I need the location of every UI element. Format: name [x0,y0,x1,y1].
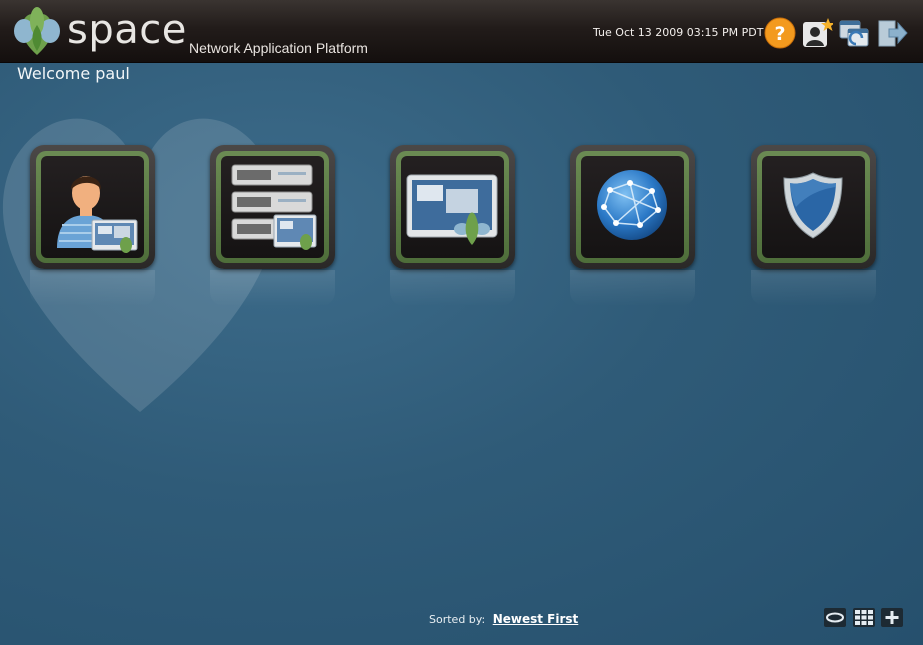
top-header-bar: SPACE Network Application Platform Tue O… [0,0,923,63]
svg-text:?: ? [774,23,785,45]
user-favorites-icon[interactable] [801,17,833,49]
user-admin-icon [57,176,138,253]
sort-indicator: Sorted by: Newest First [429,612,578,626]
logo-wordmark: SPACE [67,7,187,53]
app-tile-platform[interactable] [390,145,515,269]
sort-order-link[interactable]: Newest First [493,612,579,626]
tagline: Network Application Platform [189,40,368,56]
grid-view-icon[interactable] [853,608,875,627]
space-logo-icon [14,7,60,55]
app-tile-device-management[interactable] [210,145,335,269]
help-icon[interactable]: ? [764,17,796,49]
app-tile-user-admin[interactable] [30,145,155,269]
switch-window-icon[interactable] [838,17,870,49]
carousel-view-icon[interactable] [824,608,846,627]
app-tile-network[interactable] [570,145,695,269]
device-servers-icon [231,164,317,250]
platform-window-icon [406,174,498,245]
security-shield-icon [783,172,843,239]
app-tile-security[interactable] [751,145,876,269]
welcome-message: Welcome paul [17,64,130,83]
network-globe-icon [597,170,667,240]
add-icon[interactable] [881,608,903,627]
sort-label: Sorted by: [429,613,486,626]
date-time-display: Tue Oct 13 2009 03:15 PM PDT [593,26,764,39]
logout-icon[interactable] [876,17,908,49]
